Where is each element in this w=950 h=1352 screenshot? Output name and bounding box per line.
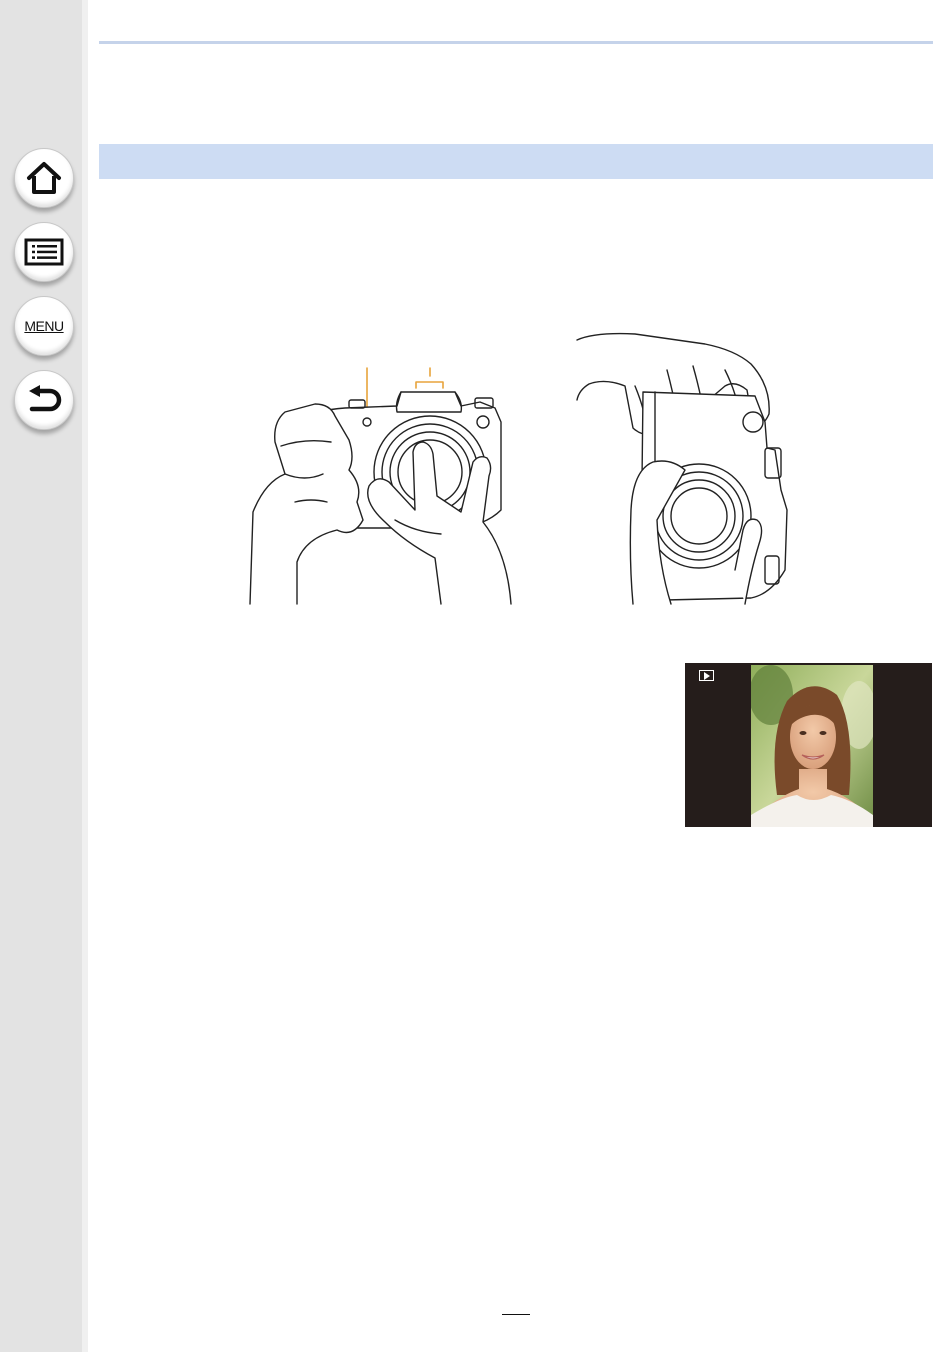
menu-label: MENU: [24, 318, 64, 334]
sidebar-edge: [82, 0, 88, 1352]
playback-icon: [699, 670, 714, 681]
list-icon: [24, 238, 64, 266]
portrait-photo: [751, 665, 873, 827]
return-arrow-icon: [26, 385, 62, 415]
home-icon: [26, 161, 62, 195]
menu-button[interactable]: MENU: [14, 296, 74, 356]
contents-button[interactable]: [14, 222, 74, 282]
camera-vertical-grip-illustration: [575, 330, 795, 611]
playback-screen: [685, 663, 932, 827]
home-button[interactable]: [14, 148, 74, 208]
camera-horizontal-grip-illustration: [245, 362, 525, 611]
header-rule: [99, 41, 933, 44]
back-button[interactable]: [14, 370, 74, 430]
page-number-underline: [502, 1314, 530, 1315]
page-number: [495, 1300, 535, 1320]
section-heading-band: [99, 144, 933, 179]
